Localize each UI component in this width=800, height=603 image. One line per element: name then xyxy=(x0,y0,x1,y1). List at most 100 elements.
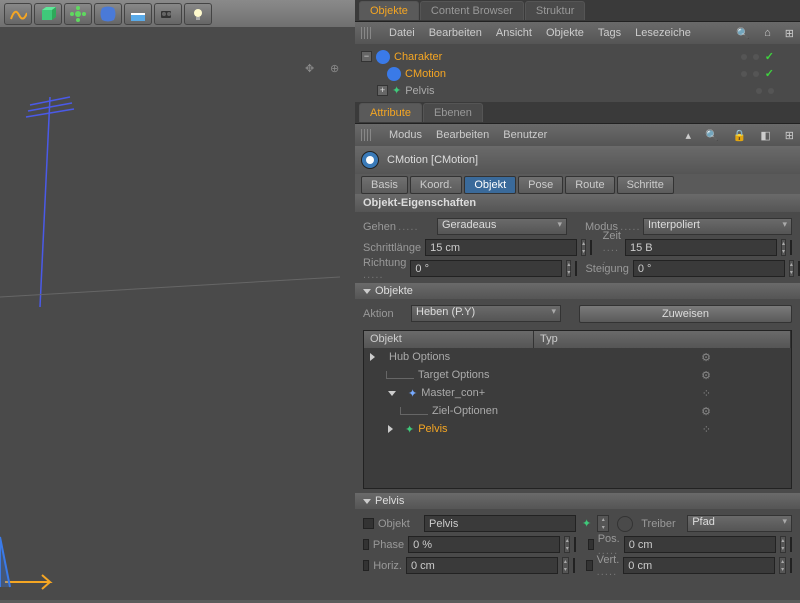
slider-phase[interactable] xyxy=(574,537,576,552)
slider-vert[interactable] xyxy=(790,558,792,573)
menu-file[interactable]: Datei xyxy=(389,27,415,39)
spinner[interactable]: ▴▾ xyxy=(562,557,569,574)
input-horiz[interactable] xyxy=(406,557,558,574)
tool-deformer[interactable] xyxy=(94,3,122,25)
tab-content-browser[interactable]: Content Browser xyxy=(420,1,524,20)
nav-plus-icon[interactable]: ✥ xyxy=(305,63,314,75)
add-icon[interactable]: ⊞ xyxy=(785,129,794,142)
target-icon[interactable] xyxy=(617,516,633,532)
input-steigung[interactable] xyxy=(633,260,785,277)
joint-icon: ✦ xyxy=(392,84,401,97)
label-treiber: Treiber xyxy=(641,518,683,530)
search-icon[interactable]: 🔍 xyxy=(736,27,750,40)
obj-row-master[interactable]: ✦Master_con+⁘ xyxy=(364,384,791,402)
expand-icon[interactable]: ⊞ xyxy=(785,27,794,40)
spinner[interactable]: ▴▾ xyxy=(597,515,609,532)
tool-light[interactable] xyxy=(184,3,212,25)
button-zuweisen[interactable]: Zuweisen xyxy=(579,305,792,323)
section-objekte[interactable]: Objekte xyxy=(355,283,800,299)
input-schrittlange[interactable] xyxy=(425,239,577,256)
slider-richtung[interactable] xyxy=(575,261,577,276)
tab-layers[interactable]: Ebenen xyxy=(423,103,483,122)
input-richtung[interactable] xyxy=(410,260,562,277)
spinner[interactable]: ▴▾ xyxy=(789,260,794,277)
section-pelvis[interactable]: Pelvis xyxy=(355,493,800,509)
checkbox-pos[interactable] xyxy=(588,539,594,550)
select-treiber[interactable]: Pfad xyxy=(687,515,792,532)
settings-icon[interactable]: ⁘ xyxy=(702,387,711,400)
checkbox-phase[interactable] xyxy=(363,539,369,550)
slider-schrittlange[interactable] xyxy=(590,240,592,255)
check-icon[interactable]: ✓ xyxy=(765,50,774,63)
menu-tags[interactable]: Tags xyxy=(598,27,621,39)
select-gehen[interactable]: Geradeaus xyxy=(437,218,567,235)
character-icon xyxy=(376,50,390,64)
gear-icon[interactable]: ⚙ xyxy=(701,405,711,418)
slider-horiz[interactable] xyxy=(573,558,575,573)
menu-mode[interactable]: Modus xyxy=(389,129,422,141)
ptab-route[interactable]: Route xyxy=(565,176,614,194)
collapse-icon[interactable]: − xyxy=(361,51,372,62)
select-aktion[interactable]: Heben (P.Y) xyxy=(411,305,561,322)
spinner[interactable]: ▴▾ xyxy=(781,239,786,256)
tab-objects[interactable]: Objekte xyxy=(359,1,419,20)
tree-row-cmotion[interactable]: CMotion ✓ xyxy=(361,65,794,82)
tool-cube[interactable] xyxy=(34,3,62,25)
spinner[interactable]: ▴▾ xyxy=(566,260,571,277)
obj-row-target[interactable]: Target Options⚙ xyxy=(364,366,791,384)
menu-edit[interactable]: Bearbeiten xyxy=(429,27,482,39)
menu-bookmarks[interactable]: Lesezeiche xyxy=(635,27,691,39)
menu-user[interactable]: Benutzer xyxy=(503,129,547,141)
nav-rotate-icon[interactable]: ⊕ xyxy=(330,63,339,75)
home-icon[interactable]: ⌂ xyxy=(764,27,771,39)
slider-pos[interactable] xyxy=(790,537,792,552)
nav-up-icon[interactable]: ▴ xyxy=(685,129,691,142)
new-icon[interactable]: ◧ xyxy=(760,129,770,142)
ptab-schritte[interactable]: Schritte xyxy=(617,176,674,194)
checkbox-vert[interactable] xyxy=(586,560,592,571)
obj-row-ziel[interactable]: Ziel-Optionen⚙ xyxy=(364,402,791,420)
input-phase[interactable] xyxy=(408,536,560,553)
gear-icon[interactable]: ⚙ xyxy=(701,369,711,382)
select-modus[interactable]: Interpoliert xyxy=(643,218,792,235)
menu-edit[interactable]: Bearbeiten xyxy=(436,129,489,141)
spinner[interactable]: ▴▾ xyxy=(780,536,786,553)
ptab-koord[interactable]: Koord. xyxy=(410,176,462,194)
search-icon[interactable]: 🔍 xyxy=(705,129,719,142)
label-objekt: Objekt xyxy=(378,518,420,530)
tool-generator[interactable] xyxy=(64,3,92,25)
tool-spline[interactable] xyxy=(4,3,32,25)
menu-objects[interactable]: Objekte xyxy=(546,27,584,39)
ptab-objekt[interactable]: Objekt xyxy=(464,176,516,194)
tool-environment[interactable] xyxy=(124,3,152,25)
tree-row-character[interactable]: − Charakter ✓ xyxy=(361,48,794,65)
tree-row-pelvis[interactable]: + ✦ Pelvis xyxy=(361,82,794,99)
expand-icon[interactable]: + xyxy=(377,85,388,96)
viewport-3d[interactable]: ✥ ⊕ xyxy=(0,27,355,600)
col-objekt[interactable]: Objekt xyxy=(364,331,534,348)
spinner[interactable]: ▴▾ xyxy=(581,239,586,256)
obj-row-hub[interactable]: Hub Options⚙ xyxy=(364,348,791,366)
col-typ[interactable]: Typ xyxy=(534,331,791,348)
input-pelvis-obj[interactable] xyxy=(424,515,576,532)
tab-structure[interactable]: Struktur xyxy=(525,1,586,20)
tab-attribute[interactable]: Attribute xyxy=(359,103,422,122)
menu-view[interactable]: Ansicht xyxy=(496,27,532,39)
checkbox-horiz[interactable] xyxy=(363,560,369,571)
input-pos[interactable] xyxy=(624,536,776,553)
ptab-basis[interactable]: Basis xyxy=(361,176,408,194)
settings-icon[interactable]: ⁘ xyxy=(702,423,711,436)
input-vert[interactable] xyxy=(623,557,775,574)
checkbox-objekt[interactable] xyxy=(363,518,374,529)
cmotion-icon xyxy=(387,67,401,81)
lock-icon[interactable]: 🔒 xyxy=(733,129,747,142)
tool-camera[interactable] xyxy=(154,3,182,25)
check-icon[interactable]: ✓ xyxy=(765,67,774,80)
spinner[interactable]: ▴▾ xyxy=(779,557,786,574)
obj-row-pelvis[interactable]: ✦Pelvis⁘ xyxy=(364,420,791,438)
spinner[interactable]: ▴▾ xyxy=(564,536,570,553)
slider-zeit[interactable] xyxy=(790,240,792,255)
input-zeit[interactable] xyxy=(625,239,777,256)
gear-icon[interactable]: ⚙ xyxy=(701,351,711,364)
ptab-pose[interactable]: Pose xyxy=(518,176,563,194)
